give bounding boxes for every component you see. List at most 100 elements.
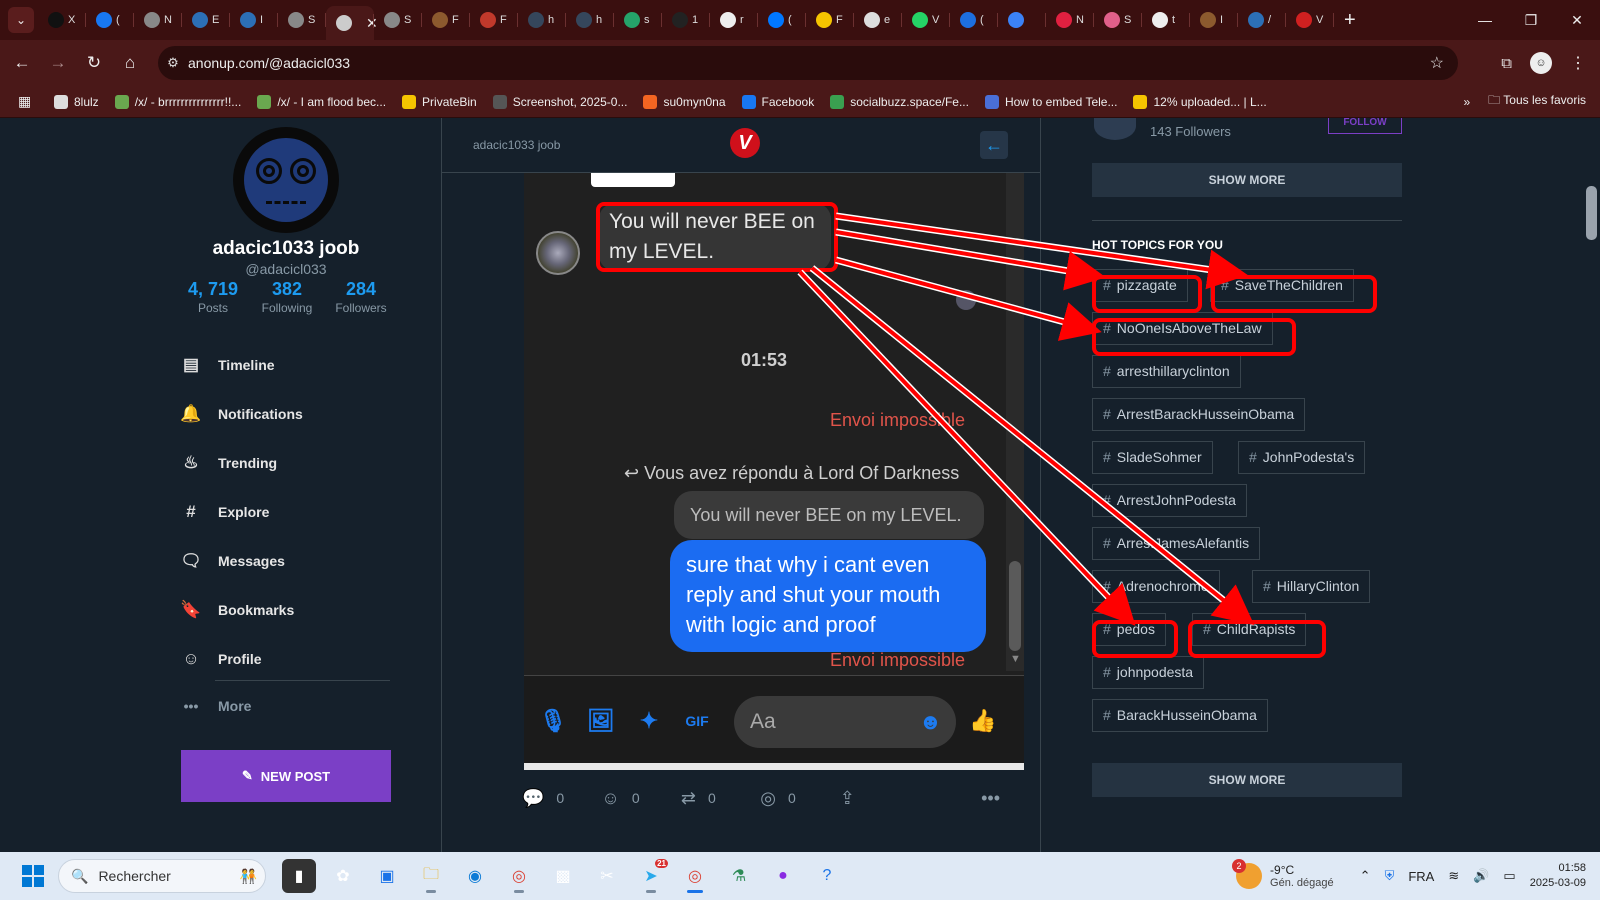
browser-tab[interactable]: X (38, 5, 86, 35)
bookmark-item[interactable]: /x/ - I am flood bec... (257, 94, 386, 109)
browser-tab[interactable]: e (854, 5, 902, 35)
browser-tab[interactable]: F (806, 5, 854, 35)
browser-tab[interactable]: ( (758, 5, 806, 35)
nav-item-messages[interactable]: 🗨 Messages (180, 536, 390, 585)
menu-icon[interactable]: ⋮ (1570, 53, 1586, 73)
bookmark-item[interactable]: Facebook (741, 94, 814, 109)
apps-grid-icon[interactable]: ▦ (18, 93, 44, 110)
start-button[interactable] (22, 865, 44, 887)
hashtag-adrenochrome[interactable]: # Adrenochrome (1092, 570, 1220, 603)
hashtag-johnpodesta[interactable]: # johnpodesta (1092, 656, 1205, 689)
browser-tab[interactable]: S (278, 5, 326, 35)
browser-tab[interactable] (998, 5, 1046, 35)
extensions-icon[interactable]: ⧉ (1501, 55, 1512, 72)
hashtag-sladesohmer[interactable]: # SladeSohmer (1092, 441, 1213, 474)
page-scrollbar[interactable] (1583, 118, 1600, 852)
avatar[interactable] (233, 127, 339, 233)
follow-button[interactable]: FOLLOW (1328, 118, 1402, 134)
bookmark-item[interactable]: 8lulz (54, 94, 99, 109)
browser-tab[interactable]: ( (86, 5, 134, 35)
volume-icon[interactable]: 🔊 (1473, 868, 1489, 884)
hashtag-hillaryclinton[interactable]: # HillaryClinton (1252, 570, 1371, 603)
nav-item-trending[interactable]: ♨ Trending (180, 438, 390, 487)
tab-search-button[interactable]: ⌄ (8, 7, 34, 33)
tool-app-icon[interactable]: ✂ (590, 859, 624, 893)
bookmark-item[interactable]: PrivateBin (402, 94, 477, 109)
browser-tab[interactable]: S (374, 5, 422, 35)
browser-tab[interactable]: N (1046, 5, 1094, 35)
browser-tab[interactable]: h (518, 5, 566, 35)
browser-tab[interactable]: I (230, 5, 278, 35)
share-action[interactable]: ⇪ (840, 788, 919, 809)
maximize-button[interactable]: ❐ (1508, 0, 1554, 40)
bookmark-item[interactable]: Screenshot, 2025-0... (492, 94, 627, 109)
browser-tab[interactable]: F (422, 5, 470, 35)
browser-tab[interactable]: r (710, 5, 758, 35)
reload-button[interactable]: ↻ (76, 45, 112, 81)
profile-stat-posts[interactable]: 4, 719 Posts (176, 279, 250, 315)
hashtag-arrestbarackhusseinobama[interactable]: # ArrestBarackHusseinObama (1092, 398, 1306, 431)
bookmark-item[interactable]: su0myn0na (643, 94, 726, 109)
nav-item-explore[interactable]: # Explore (180, 487, 390, 536)
chrome-icon[interactable]: ◎ (502, 859, 536, 893)
post-author[interactable]: adacic1033 joob (473, 138, 560, 152)
show-more-button-2[interactable]: SHOW MORE (1092, 763, 1402, 797)
minimize-button[interactable]: — (1462, 0, 1508, 40)
close-window-button[interactable]: ✕ (1554, 0, 1600, 40)
browser-tab[interactable]: N (134, 5, 182, 35)
tor-icon[interactable]: ● (766, 859, 800, 893)
taskbar-search[interactable]: 🔍 Rechercher 🧑‍🤝‍🧑 (58, 859, 266, 893)
reaction-action[interactable]: ☺ 0 (601, 788, 680, 809)
bookmarks-overflow-icon[interactable]: » (1463, 95, 1470, 109)
copilot-icon[interactable]: ✿ (326, 859, 360, 893)
comment-action[interactable]: 💬 0 (522, 788, 601, 809)
nav-item-bookmarks[interactable]: 🔖 Bookmarks (180, 585, 390, 634)
more-action[interactable]: ••• (981, 788, 1012, 809)
bookmark-item[interactable]: /x/ - brrrrrrrrrrrrrrr!!... (114, 94, 241, 109)
back-arrow-button[interactable]: ← (980, 131, 1008, 159)
page-scroll-thumb[interactable] (1586, 186, 1597, 240)
repost-action[interactable]: ⇄ 0 (681, 788, 760, 809)
nav-more[interactable]: ••• More (180, 686, 252, 726)
new-post-button[interactable]: ✎ NEW POST (181, 750, 391, 802)
hashtag-arrestjamesalefantis[interactable]: # ArrestJamesAlefantis (1092, 527, 1261, 560)
chevron-up-icon[interactable]: ⌃ (1360, 868, 1371, 884)
edge-icon[interactable]: ◉ (458, 859, 492, 893)
telegram-icon[interactable]: ➤ 21 (634, 859, 668, 893)
browser-tab[interactable]: V (1286, 5, 1334, 35)
hashtag-arrestjohnpodesta[interactable]: # ArrestJohnPodesta (1092, 484, 1247, 517)
flask-app-icon[interactable]: ⚗ (722, 859, 756, 893)
browser-tab[interactable]: F (470, 5, 518, 35)
hashtag-savethechildren[interactable]: # SaveTheChildren (1210, 269, 1354, 302)
browser-tab[interactable]: E (182, 5, 230, 35)
browser-tab[interactable]: / (1238, 5, 1286, 35)
language-indicator[interactable]: FRA (1408, 869, 1434, 884)
chrome-active-icon[interactable]: ◎ (678, 859, 712, 893)
browser-tab[interactable]: s (614, 5, 662, 35)
profile-avatar-icon[interactable]: ☺ (1530, 52, 1552, 74)
browser-tab[interactable]: h (566, 5, 614, 35)
bookmark-star-icon[interactable]: ☆ (1430, 53, 1444, 73)
show-more-button[interactable]: SHOW MORE (1092, 163, 1402, 197)
bookmark-item[interactable]: How to embed Tele... (984, 94, 1117, 109)
target-action[interactable]: ◎ 0 (760, 788, 839, 809)
browser-tab[interactable]: ( (950, 5, 998, 35)
nav-item-notifications[interactable]: 🔔 Notifications (180, 389, 390, 438)
forward-button[interactable]: → (40, 45, 76, 81)
new-tab-button[interactable]: + (1344, 9, 1356, 32)
site-info-icon[interactable]: ⚙ (158, 55, 188, 71)
home-button[interactable]: ⌂ (112, 45, 148, 81)
suggested-user-avatar[interactable] (1094, 118, 1136, 140)
hashtag-nooneisabovethelaw[interactable]: # NoOneIsAboveTheLaw (1092, 312, 1273, 345)
browser-tab[interactable]: S (1094, 5, 1142, 35)
clock[interactable]: 01:58 2025-03-09 (1530, 861, 1586, 891)
hashtag-barackhusseinobama[interactable]: # BarackHusseinObama (1092, 699, 1268, 732)
help-icon[interactable]: ? (810, 859, 844, 893)
hashtag-pedos[interactable]: # pedos (1092, 613, 1166, 646)
browser-tab[interactable]: t (1142, 5, 1190, 35)
bookmark-item[interactable]: socialbuzz.space/Fe... (830, 94, 969, 109)
hashtag-pizzagate[interactable]: # pizzagate (1092, 269, 1188, 302)
file-explorer-icon[interactable]: 🗀 (414, 859, 448, 893)
hashtag-johnpodestas[interactable]: # JohnPodesta's (1238, 441, 1366, 474)
hashtag-arresthillaryclinton[interactable]: # arresthillaryclinton (1092, 355, 1241, 388)
